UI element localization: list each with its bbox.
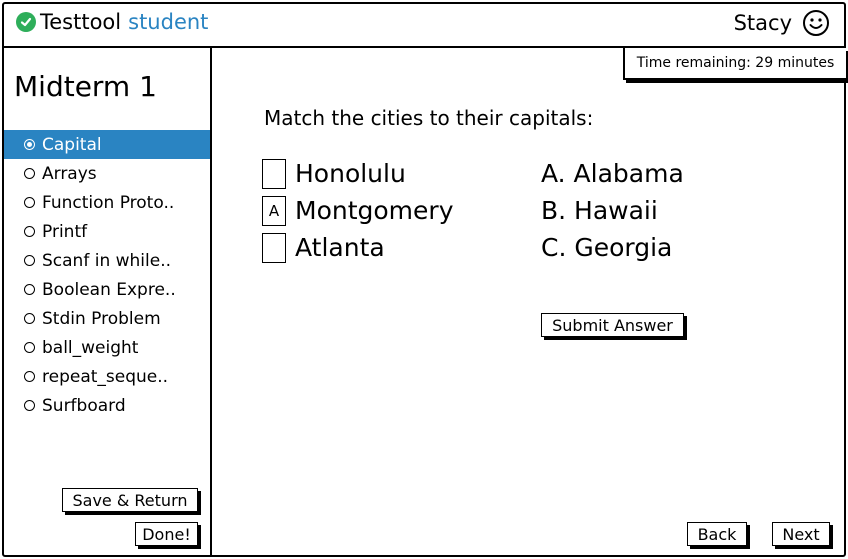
city-row: A Montgomery: [262, 192, 453, 229]
radio-icon: [24, 197, 35, 208]
radio-icon: [24, 284, 35, 295]
radio-icon: [24, 400, 35, 411]
question-item-label: Capital: [42, 134, 102, 155]
city-label: Montgomery: [295, 196, 454, 225]
top-bar: Testtool student Stacy: [2, 2, 846, 48]
time-remaining: Time remaining: 29 minutes: [623, 48, 846, 80]
question-item-surfboard[interactable]: Surfboard: [4, 391, 210, 420]
city-column: Honolulu A Montgomery Atlanta: [262, 155, 453, 266]
answer-box[interactable]: [262, 158, 286, 189]
brand-accent: student: [128, 10, 209, 34]
back-button[interactable]: Back: [687, 522, 747, 546]
city-row: Atlanta: [262, 229, 453, 266]
question-item-label: Scanf in while..: [42, 250, 172, 271]
user-name: Stacy: [733, 11, 792, 35]
question-item-repeat-sequence[interactable]: repeat_seque..: [4, 362, 210, 391]
city-row: Honolulu: [262, 155, 453, 192]
radio-icon: [24, 313, 35, 324]
question-item-label: repeat_seque..: [42, 366, 169, 387]
done-button[interactable]: Done!: [135, 522, 198, 546]
brand-name: Testtool: [40, 10, 122, 34]
question-item-function-prototypes[interactable]: Function Proto..: [4, 188, 210, 217]
radio-icon: [24, 226, 35, 237]
question-item-label: ball_weight: [42, 337, 139, 358]
question-item-arrays[interactable]: Arrays: [4, 159, 210, 188]
question-item-label: Printf: [42, 221, 88, 242]
question-item-label: Surfboard: [42, 395, 126, 416]
question-item-label: Boolean Expre..: [42, 279, 176, 300]
question-list: Capital Arrays Function Proto.. Printf S…: [4, 130, 210, 420]
state-label: A. Alabama: [541, 159, 684, 188]
question-item-printf[interactable]: Printf: [4, 217, 210, 246]
answer-box[interactable]: A: [262, 195, 286, 226]
question-item-boolean[interactable]: Boolean Expre..: [4, 275, 210, 304]
state-label: B. Hawaii: [541, 196, 658, 225]
radio-icon: [24, 255, 35, 266]
next-button[interactable]: Next: [772, 522, 830, 546]
answer-box[interactable]: [262, 232, 286, 263]
radio-icon: [24, 371, 35, 382]
question-item-label: Function Proto..: [42, 192, 175, 213]
state-label: C. Georgia: [541, 233, 673, 262]
city-label: Atlanta: [295, 233, 385, 262]
radio-icon: [24, 168, 35, 179]
question-item-label: Arrays: [42, 163, 97, 184]
radio-selected-icon: [24, 139, 35, 150]
question-item-stdin[interactable]: Stdin Problem: [4, 304, 210, 333]
smiley-icon: [803, 10, 829, 36]
sidebar: Midterm 1 Capital Arrays Function Proto.…: [2, 48, 212, 557]
question-item-label: Stdin Problem: [42, 308, 161, 329]
brand: Testtool student: [16, 10, 208, 34]
question-item-capital[interactable]: Capital: [4, 130, 210, 159]
exam-title: Midterm 1: [14, 70, 157, 103]
state-column: A. Alabama B. Hawaii C. Georgia: [541, 155, 684, 266]
city-label: Honolulu: [295, 159, 406, 188]
check-icon: [16, 12, 36, 32]
question-prompt: Match the cities to their capitals:: [264, 106, 594, 130]
question-item-scanf[interactable]: Scanf in while..: [4, 246, 210, 275]
save-return-button[interactable]: Save & Return: [62, 488, 198, 512]
submit-answer-button[interactable]: Submit Answer: [541, 313, 684, 337]
radio-icon: [24, 342, 35, 353]
question-item-ball-weight[interactable]: ball_weight: [4, 333, 210, 362]
user-menu[interactable]: Stacy: [734, 9, 830, 37]
